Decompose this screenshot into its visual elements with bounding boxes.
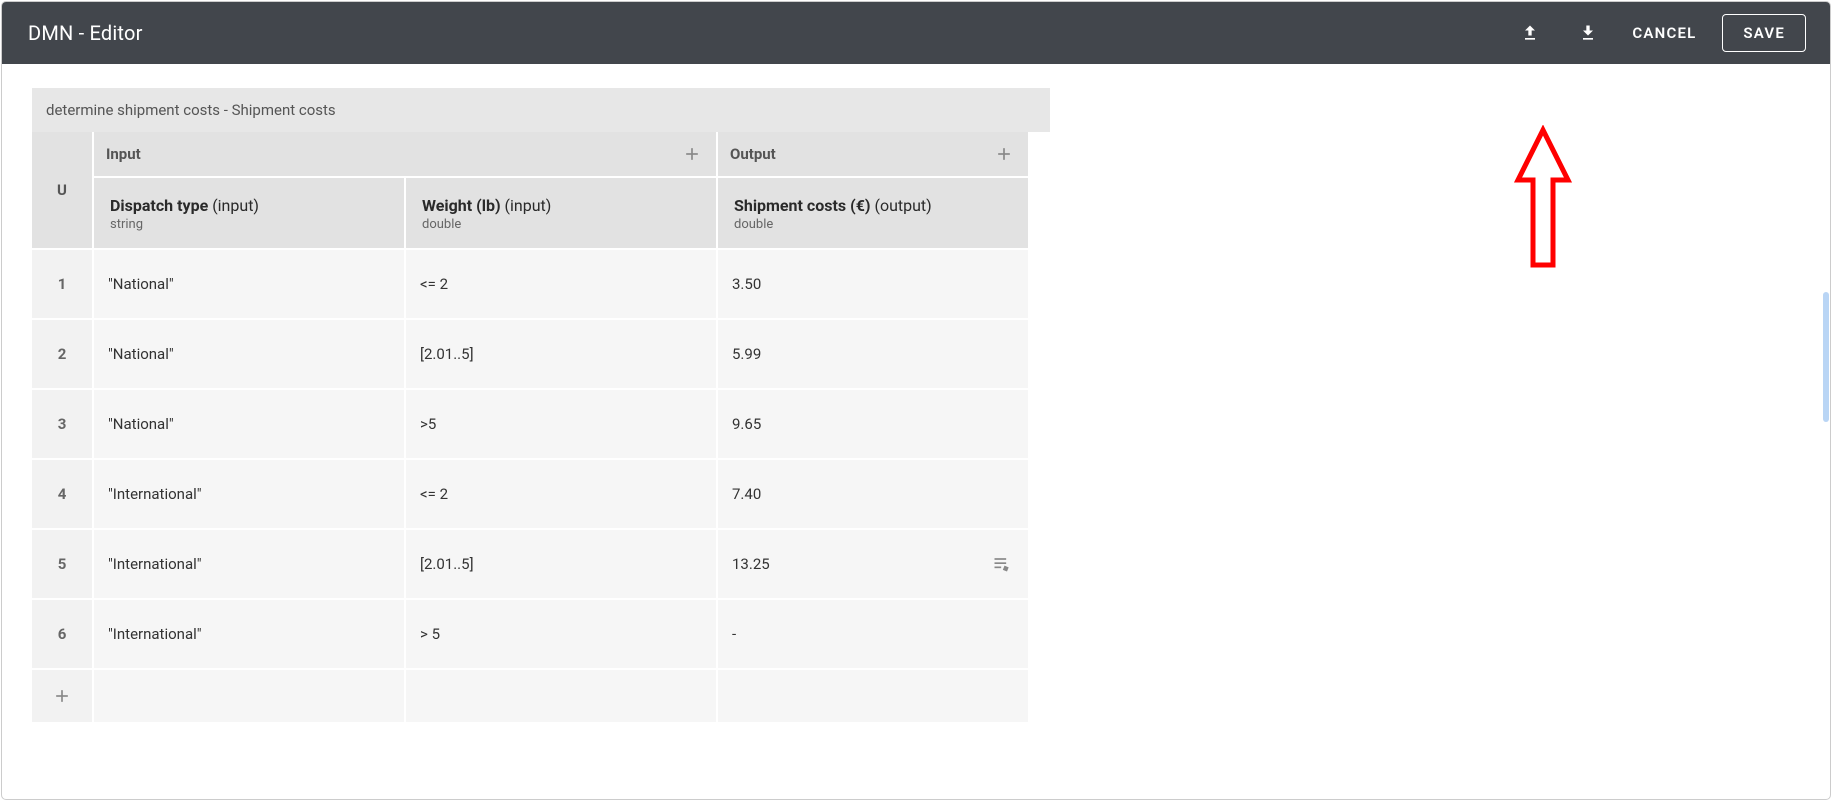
row-number: 5 <box>32 530 92 598</box>
add-output-column-button[interactable] <box>992 142 1016 166</box>
download-button[interactable] <box>1570 15 1606 51</box>
column-name: Shipment costs (€) <box>734 196 871 215</box>
output-group-label: Output <box>730 145 776 163</box>
upload-button[interactable] <box>1512 15 1548 51</box>
app-title: DMN - Editor <box>28 21 143 45</box>
cell-cost-value: 5.99 <box>732 345 761 363</box>
dmn-table: determine shipment costs - Shipment cost… <box>32 88 1050 722</box>
row-number: 3 <box>32 390 92 458</box>
column-kind: (input) <box>505 196 552 215</box>
column-header-dispatch[interactable]: Dispatch type (input) string <box>94 178 404 248</box>
empty-cell <box>406 670 716 722</box>
cell-weight[interactable]: > 5 <box>406 600 716 668</box>
edit-list-icon <box>992 554 1012 574</box>
plus-icon <box>52 686 72 706</box>
input-group-label: Input <box>106 145 141 163</box>
row-number: 4 <box>32 460 92 528</box>
cell-cost[interactable]: 5.99 <box>718 320 1028 388</box>
upload-icon <box>1520 23 1540 43</box>
cell-dispatch[interactable]: "National" <box>94 250 404 318</box>
column-kind: (output) <box>874 196 931 215</box>
download-icon <box>1578 23 1598 43</box>
column-header-weight[interactable]: Weight (lb) (input) double <box>406 178 716 248</box>
cell-weight[interactable]: [2.01..5] <box>406 320 716 388</box>
cell-cost-value: 13.25 <box>732 555 770 573</box>
topbar: DMN - Editor CANCEL SAVE <box>2 2 1830 64</box>
input-columns-header: Input <box>94 132 716 176</box>
plus-icon <box>682 144 702 164</box>
column-name: Weight (lb) <box>422 196 501 215</box>
cell-cost[interactable]: 7.40 <box>718 460 1028 528</box>
cell-cost-value: - <box>732 625 736 643</box>
hit-policy-cell[interactable]: U <box>32 132 92 248</box>
cell-dispatch[interactable]: "International" <box>94 600 404 668</box>
add-input-column-button[interactable] <box>680 142 704 166</box>
cell-dispatch[interactable]: "National" <box>94 390 404 458</box>
cell-weight[interactable]: >5 <box>406 390 716 458</box>
cell-cost-value: 3.50 <box>732 275 761 293</box>
save-button[interactable]: SAVE <box>1722 14 1806 52</box>
row-annotation-button[interactable] <box>990 552 1014 576</box>
output-columns-header: Output <box>718 132 1028 176</box>
cell-dispatch[interactable]: "International" <box>94 530 404 598</box>
empty-cell <box>718 670 1028 722</box>
cell-dispatch[interactable]: "International" <box>94 460 404 528</box>
cell-cost-value: 7.40 <box>732 485 761 503</box>
row-number: 1 <box>32 250 92 318</box>
cancel-button[interactable]: CANCEL <box>1628 16 1700 50</box>
cell-cost[interactable]: 9.65 <box>718 390 1028 458</box>
scrollbar[interactable] <box>1823 292 1829 422</box>
column-name: Dispatch type <box>110 196 208 215</box>
cell-weight[interactable]: [2.01..5] <box>406 530 716 598</box>
column-type: string <box>110 217 388 232</box>
add-row-button[interactable] <box>32 670 92 722</box>
cell-cost[interactable]: 3.50 <box>718 250 1028 318</box>
empty-cell <box>94 670 404 722</box>
cell-dispatch[interactable]: "National" <box>94 320 404 388</box>
plus-icon <box>994 144 1014 164</box>
cell-cost[interactable]: - <box>718 600 1028 668</box>
row-number: 6 <box>32 600 92 668</box>
column-kind: (input) <box>212 196 259 215</box>
column-header-cost[interactable]: Shipment costs (€) (output) double <box>718 178 1028 248</box>
column-type: double <box>422 217 700 232</box>
cell-cost[interactable]: 13.25 <box>718 530 1028 598</box>
cell-cost-value: 9.65 <box>732 415 761 433</box>
column-type: double <box>734 217 1012 232</box>
breadcrumb: determine shipment costs - Shipment cost… <box>32 88 1050 132</box>
cell-weight[interactable]: <= 2 <box>406 250 716 318</box>
cell-weight[interactable]: <= 2 <box>406 460 716 528</box>
row-number: 2 <box>32 320 92 388</box>
